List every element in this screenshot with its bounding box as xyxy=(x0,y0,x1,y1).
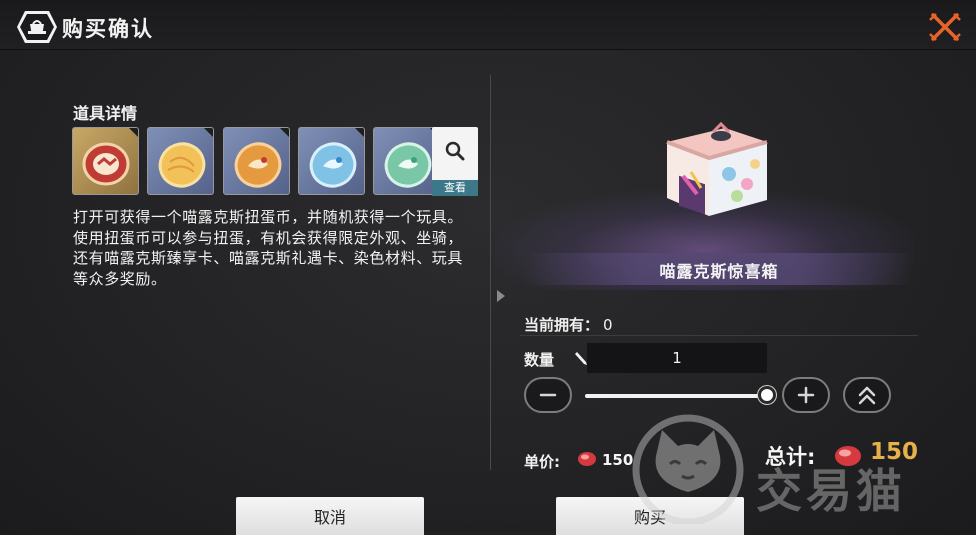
quantity-slider-knob[interactable] xyxy=(758,386,776,404)
purchase-confirm-dialog: 购买确认 道具详情 查看 打开可获得一个喵露克斯扭蛋币，并随机获得一个玩具。使用… xyxy=(0,0,976,535)
gacha-coin-yellow-icon[interactable] xyxy=(147,127,214,195)
watermark-text: 交易猫 xyxy=(756,464,906,518)
plus-icon xyxy=(797,386,815,404)
search-icon xyxy=(445,141,465,161)
product-name: 喵露克斯惊喜箱 xyxy=(659,262,779,281)
gacha-coin-orange-icon[interactable] xyxy=(223,127,290,195)
view-label: 查看 xyxy=(432,180,478,196)
quantity-input[interactable]: 1 xyxy=(587,343,767,373)
item-tiles xyxy=(72,127,482,195)
shop-bag-icon xyxy=(17,11,57,43)
close-x-icon[interactable] xyxy=(926,8,964,46)
decrease-button[interactable] xyxy=(524,377,572,413)
gacha-coin-green-icon[interactable] xyxy=(373,127,440,195)
title-bar: 购买确认 xyxy=(0,0,976,50)
cat-logo-icon xyxy=(632,414,744,524)
double-chevron-up-icon xyxy=(858,386,876,405)
view-details-button[interactable]: 查看 xyxy=(432,127,478,196)
quantity-slider-track[interactable] xyxy=(585,394,767,398)
row-divider xyxy=(520,335,918,336)
owned-count: 当前拥有： 0 xyxy=(524,314,613,335)
quantity-label: 数量 xyxy=(524,351,555,369)
unit-price-label: 单价: xyxy=(524,453,560,471)
minus-icon xyxy=(539,393,557,397)
gacha-coin-blue-icon[interactable] xyxy=(298,127,365,195)
item-description: 打开可获得一个喵露克斯扭蛋币，并随机获得一个玩具。使用扭蛋币可以参与扭蛋，有机会… xyxy=(73,208,464,288)
gacha-coin-red-icon[interactable] xyxy=(72,127,139,195)
cancel-button[interactable]: 取消 xyxy=(236,497,424,535)
panel-divider xyxy=(490,75,491,470)
owned-label: 当前拥有： xyxy=(524,316,600,334)
divider-arrow-icon xyxy=(497,290,505,302)
owned-value: 0 xyxy=(603,316,613,334)
max-quantity-button[interactable] xyxy=(843,377,891,413)
surprise-gift-box-image xyxy=(666,121,768,216)
red-gem-currency-icon xyxy=(578,452,596,466)
item-detail-title: 道具详情 xyxy=(73,104,138,123)
increase-button[interactable] xyxy=(782,377,830,413)
dialog-title: 购买确认 xyxy=(62,17,154,41)
